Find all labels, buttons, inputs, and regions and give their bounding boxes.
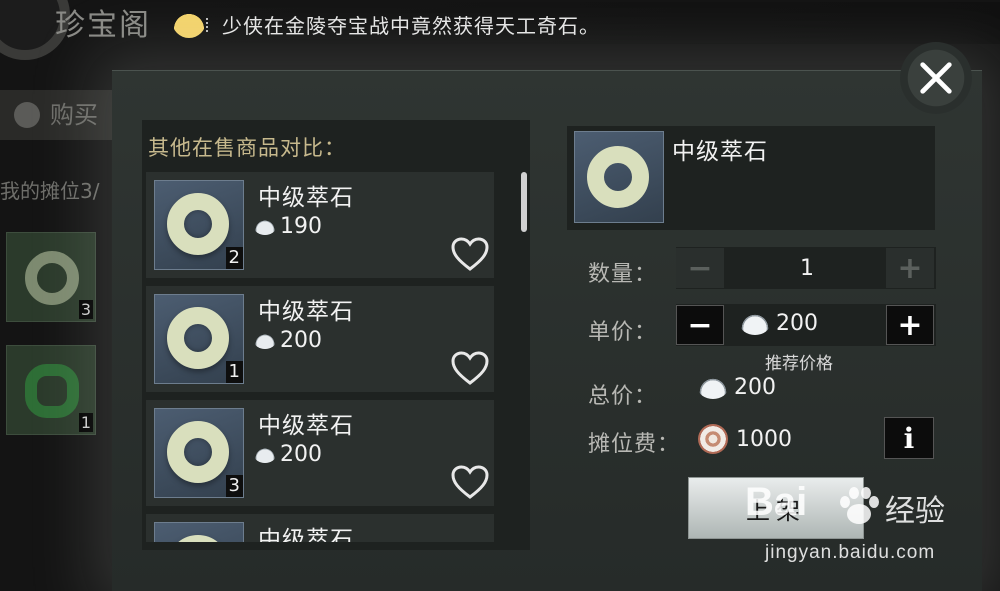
list-item[interactable]: 3 中级萃石 200 [146, 400, 494, 506]
item-name: 中级萃石 [258, 413, 354, 439]
price-decrease-button[interactable]: − [676, 305, 724, 345]
jade-ring-icon [167, 193, 229, 255]
item-qty: 1 [225, 361, 243, 383]
buy-tab-icon [14, 102, 40, 128]
item-name: 中级萃石 [258, 299, 354, 325]
jade-ring-icon [587, 146, 649, 208]
quantity-increase-button[interactable]: + [886, 248, 934, 288]
background-screen-title: 珍宝阁 [55, 8, 151, 43]
item-price: 190 [254, 214, 322, 239]
close-icon [920, 62, 952, 94]
list-for-sale-button[interactable]: 上架 [688, 477, 864, 539]
unit-price-value[interactable]: 200 [740, 311, 818, 336]
announcement-text: 少侠在金陵夺宝战中竟然获得天工奇石。 [222, 14, 600, 38]
compare-list[interactable]: 2 中级萃石 190 1 中级萃石 200 3 中级萃石 200 中级萃石 [146, 172, 496, 542]
item-qty: 2 [225, 247, 243, 269]
jade-ring-icon [25, 251, 79, 305]
favorite-heart-icon[interactable] [450, 350, 490, 386]
compare-list-scrollbar[interactable] [521, 172, 527, 232]
background-tab-label: 购买 [50, 101, 98, 129]
stall-fee-value: 1000 [698, 424, 792, 454]
recommended-price-label: 推荐价格 [765, 354, 833, 374]
jade-ring-icon [167, 307, 229, 369]
quantity-decrease-button[interactable]: − [676, 248, 724, 288]
product-thumbnail [574, 131, 664, 223]
stall-fee-label: 摊位费： [588, 432, 681, 457]
item-price-value: 200 [280, 442, 322, 467]
silver-ingot-icon [254, 446, 276, 463]
item-name: 中级萃石 [258, 527, 354, 542]
background-item-slot: 3 [6, 232, 96, 322]
copper-coin-icon [698, 424, 728, 454]
item-price-value: 190 [280, 214, 322, 239]
list-item[interactable]: 中级萃石 [146, 514, 494, 542]
green-ring-icon [25, 364, 79, 418]
item-price: 200 [254, 442, 322, 467]
background-item-qty: 1 [78, 413, 93, 432]
silver-ingot-icon [254, 218, 276, 235]
list-item[interactable]: 1 中级萃石 200 [146, 286, 494, 392]
item-price-value: 200 [280, 328, 322, 353]
item-thumbnail: 2 [154, 180, 244, 270]
item-name: 中级萃石 [258, 185, 354, 211]
unit-price-number: 200 [776, 311, 818, 336]
item-price: 200 [254, 328, 322, 353]
total-price-value: 200 [698, 375, 776, 400]
item-thumbnail: 1 [154, 294, 244, 384]
background-tab-buy: 购买 [0, 90, 115, 140]
list-item[interactable]: 2 中级萃石 190 [146, 172, 494, 278]
favorite-heart-icon[interactable] [450, 236, 490, 272]
item-qty: 3 [225, 475, 243, 497]
background-item-slot: 1 [6, 345, 96, 435]
favorite-heart-icon[interactable] [450, 464, 490, 500]
silver-ingot-icon [698, 376, 728, 399]
announcement-banner: 少侠在金陵夺宝战中竟然获得天工奇石。 [160, 2, 1000, 44]
quantity-value: 1 [800, 256, 814, 281]
total-price-number: 200 [734, 375, 776, 400]
stall-fee-number: 1000 [736, 426, 792, 452]
total-price-label: 总价： [588, 384, 658, 409]
jade-ring-icon [167, 421, 229, 483]
item-thumbnail [154, 522, 244, 542]
close-button[interactable] [900, 42, 972, 114]
info-button[interactable]: i [884, 417, 934, 459]
silver-ingot-icon [740, 312, 770, 335]
background-item-qty: 3 [78, 300, 93, 319]
item-thumbnail: 3 [154, 408, 244, 498]
price-increase-button[interactable]: + [886, 305, 934, 345]
jade-ring-icon [167, 535, 229, 542]
quantity-label: 数量： [588, 262, 658, 287]
unit-price-label: 单价： [588, 320, 658, 345]
compare-title: 其他在售商品对比： [148, 136, 346, 160]
silver-ingot-icon [254, 332, 276, 349]
background-stall-text: 我的摊位3/ [0, 179, 100, 203]
product-name: 中级萃石 [672, 139, 768, 165]
gold-ingot-icon [172, 8, 208, 38]
